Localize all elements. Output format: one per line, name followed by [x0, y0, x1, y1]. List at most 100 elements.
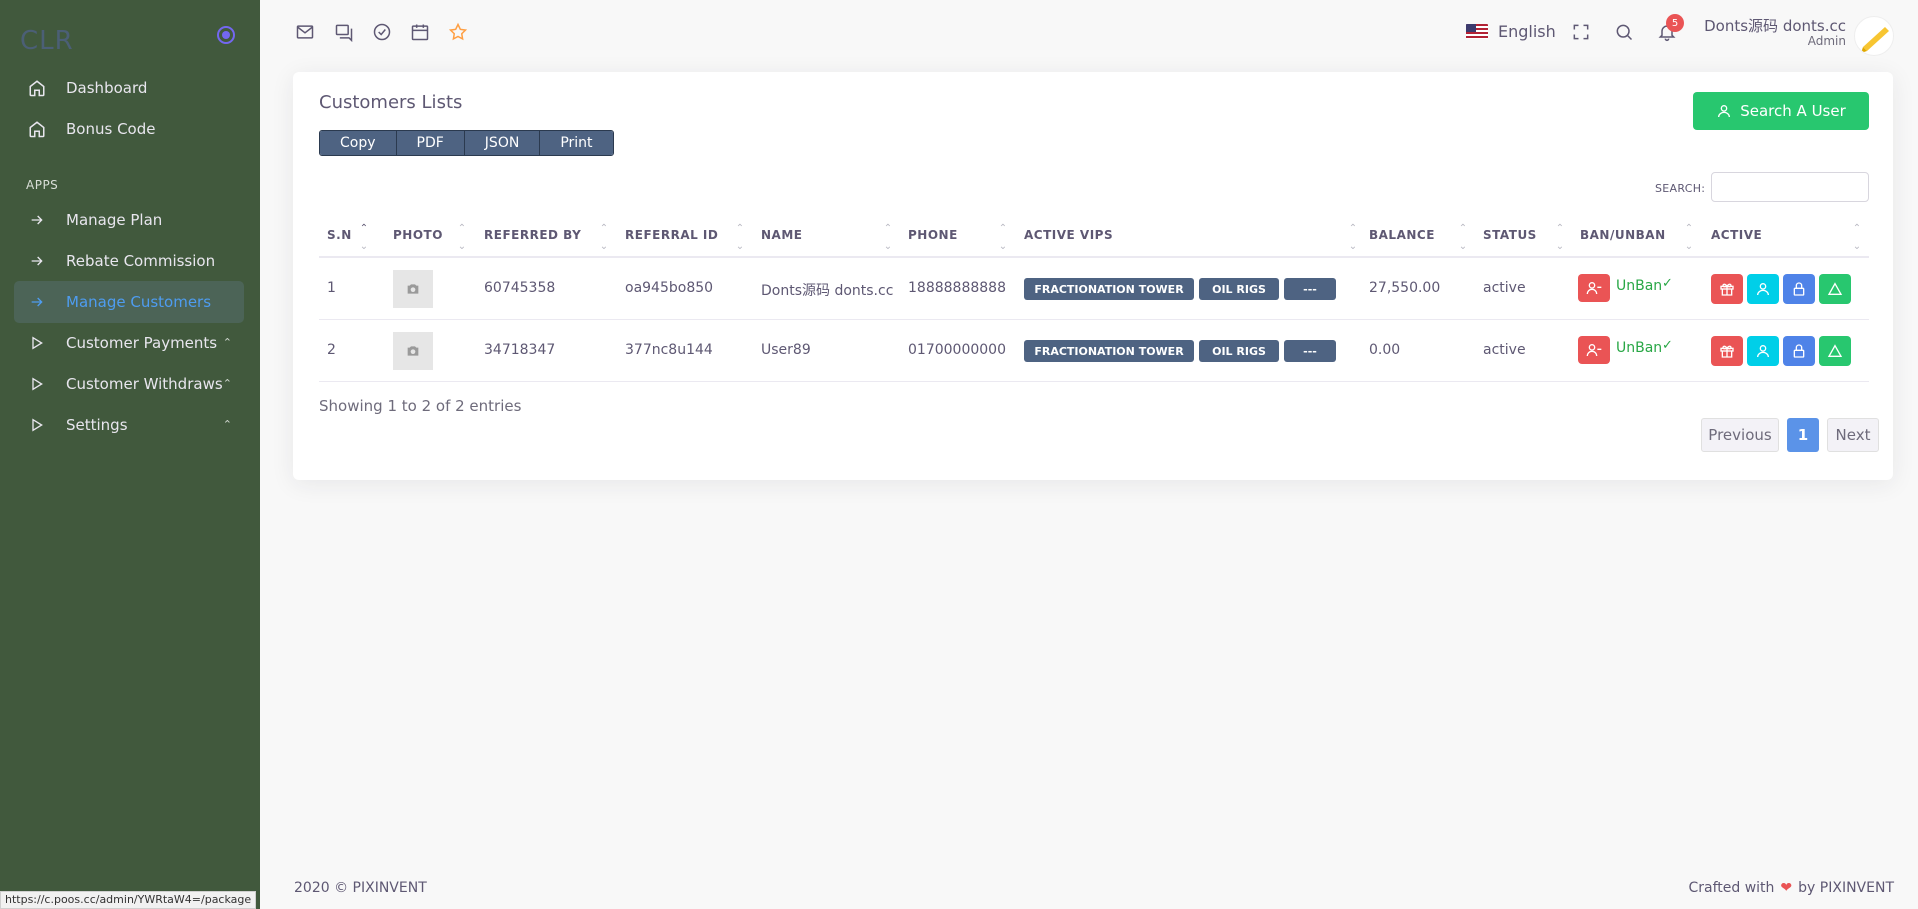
- mail-icon[interactable]: [295, 22, 315, 42]
- unban-link[interactable]: UnBan: [1616, 278, 1662, 294]
- page-number-button[interactable]: 1: [1787, 418, 1819, 452]
- flag-canton: [1466, 24, 1476, 32]
- cell-referred-by: 60745358: [484, 280, 556, 296]
- sort-icon[interactable]: ⌃ ⌄: [735, 224, 745, 252]
- cell-referral-id: 377nc8u144: [625, 342, 713, 358]
- home-icon: [28, 79, 46, 97]
- sort-icon[interactable]: ⌃ ⌄: [883, 224, 893, 252]
- camera-icon: [393, 270, 433, 308]
- search-input[interactable]: [1711, 172, 1869, 202]
- cell-balance: 27,550.00: [1369, 280, 1441, 296]
- column-header-referred-by[interactable]: REFERRED BY: [484, 228, 581, 242]
- check-circle-icon[interactable]: [372, 22, 392, 42]
- sort-icon[interactable]: ⌃ ⌄: [457, 224, 467, 252]
- previous-page-button[interactable]: Previous: [1701, 418, 1779, 452]
- search-user-label: Search A User: [1740, 102, 1846, 120]
- sidebar-item-rebate-commission[interactable]: Rebate Commission: [14, 240, 244, 282]
- cell-sn: 1: [327, 280, 336, 296]
- us-flag-icon[interactable]: [1466, 24, 1488, 39]
- unban-link[interactable]: UnBan: [1616, 340, 1662, 356]
- column-header-sn[interactable]: S.N: [327, 228, 352, 242]
- sort-icon[interactable]: ⌃ ⌄: [1348, 224, 1358, 252]
- lock-button[interactable]: [1783, 274, 1815, 304]
- sort-icon[interactable]: ⌃ ⌄: [1458, 224, 1468, 252]
- sidebar-item-manage-customers[interactable]: Manage Customers: [14, 281, 244, 323]
- column-header-phone[interactable]: PHONE: [908, 228, 958, 242]
- vip-badge: ---: [1284, 340, 1336, 362]
- footer-crafted-suffix: by PIXINVENT: [1798, 880, 1894, 896]
- lock-button[interactable]: [1783, 336, 1815, 366]
- avatar[interactable]: [1854, 16, 1894, 56]
- notification-badge: 5: [1666, 14, 1684, 32]
- upgrade-button[interactable]: [1819, 274, 1851, 304]
- cell-phone: 01700000000: [908, 342, 1006, 358]
- search-user-button[interactable]: Search A User: [1693, 92, 1869, 130]
- view-user-button[interactable]: [1747, 336, 1779, 366]
- ban-user-button[interactable]: [1578, 336, 1610, 364]
- sidebar-collapse-toggle[interactable]: [217, 26, 235, 44]
- column-header-referral-id[interactable]: REFERRAL ID: [625, 228, 718, 242]
- json-button[interactable]: JSON: [464, 131, 541, 155]
- cell-name: Donts源码 donts.cc: [761, 283, 894, 299]
- sidebar-item-manage-plan[interactable]: Manage Plan: [14, 199, 244, 241]
- pdf-button[interactable]: PDF: [396, 131, 465, 155]
- column-header-ban-unban[interactable]: BAN/UNBAN: [1580, 228, 1666, 242]
- customers-table: S.N ⌃ ⌄ PHOTO ⌃ ⌄ REFERRED BY ⌃ ⌄ REFERRAL …: [319, 218, 1869, 382]
- gift-button[interactable]: [1711, 274, 1743, 304]
- sort-icon[interactable]: ⌃ ⌄: [359, 224, 369, 252]
- table-info: Showing 1 to 2 of 2 entries: [319, 397, 522, 415]
- sidebar-item-customer-payments[interactable]: Customer Payments ⌃: [14, 322, 244, 364]
- sidebar-item-customer-withdraws[interactable]: Customer Withdraws ⌃: [14, 363, 244, 405]
- cell-sn: 2: [327, 342, 336, 358]
- sidebar-section-apps: APPS: [26, 178, 59, 192]
- calendar-icon[interactable]: [410, 22, 430, 42]
- search-icon[interactable]: [1614, 22, 1634, 42]
- vip-badge: FRACTIONATION TOWER: [1024, 278, 1194, 300]
- upgrade-button[interactable]: [1819, 336, 1851, 366]
- sort-icon[interactable]: ⌃ ⌄: [998, 224, 1008, 252]
- column-header-active[interactable]: ACTIVE: [1711, 228, 1762, 242]
- sort-icon[interactable]: ⌃ ⌄: [599, 224, 609, 252]
- user-minus-icon: [1586, 344, 1602, 357]
- copy-button[interactable]: Copy: [320, 131, 397, 155]
- arrow-right-icon: [28, 293, 46, 311]
- chat-icon[interactable]: [334, 22, 354, 42]
- triangle-icon: [1827, 344, 1843, 357]
- fullscreen-icon[interactable]: [1571, 22, 1591, 42]
- chevron-up-icon: ⌃: [222, 377, 232, 390]
- cell-referral-id: oa945bo850: [625, 280, 714, 296]
- play-icon: [28, 375, 46, 393]
- table-header: S.N ⌃ ⌄ PHOTO ⌃ ⌄ REFERRED BY ⌃ ⌄ REFERRAL …: [319, 218, 1869, 258]
- user-name[interactable]: Donts源码 donts.cc: [1704, 15, 1846, 36]
- cell-name: User89: [761, 342, 811, 358]
- sort-icon[interactable]: ⌃ ⌄: [1852, 224, 1862, 252]
- column-header-active-vips[interactable]: ACTIVE VIPS: [1024, 228, 1113, 242]
- sort-icon[interactable]: ⌃ ⌄: [1555, 224, 1565, 252]
- sidebar-item-dashboard[interactable]: Dashboard: [14, 67, 244, 109]
- page-title: Customers Lists: [319, 92, 463, 113]
- sidebar-item-label: Customer Withdraws: [66, 375, 223, 393]
- ban-user-button[interactable]: [1578, 274, 1610, 302]
- home-icon: [28, 120, 46, 138]
- star-icon[interactable]: [448, 22, 468, 42]
- sort-icon[interactable]: ⌃ ⌄: [1684, 224, 1694, 252]
- column-header-status[interactable]: STATUS: [1483, 228, 1537, 242]
- sidebar-item-settings[interactable]: Settings ⌃: [14, 404, 244, 446]
- gift-icon: [1720, 345, 1734, 358]
- next-page-button[interactable]: Next: [1827, 418, 1879, 452]
- user-icon: [1757, 283, 1769, 296]
- footer-crafted-prefix: Crafted with: [1688, 880, 1775, 896]
- language-selector[interactable]: English: [1498, 22, 1556, 41]
- footer-copyright: 2020 © PIXINVENT: [294, 880, 427, 896]
- view-user-button[interactable]: [1747, 274, 1779, 304]
- check-icon: ✓: [1662, 338, 1673, 353]
- brand-logo[interactable]: CLR: [20, 26, 74, 56]
- play-icon: [28, 334, 46, 352]
- column-header-photo[interactable]: PHOTO: [393, 228, 443, 242]
- table-row: 2 34718347 377nc8u144 User89 01700000000…: [319, 320, 1869, 382]
- column-header-balance[interactable]: BALANCE: [1369, 228, 1435, 242]
- print-button[interactable]: Print: [540, 131, 613, 155]
- sidebar-item-bonus-code[interactable]: Bonus Code: [14, 108, 244, 150]
- gift-button[interactable]: [1711, 336, 1743, 366]
- column-header-name[interactable]: NAME: [761, 228, 802, 242]
